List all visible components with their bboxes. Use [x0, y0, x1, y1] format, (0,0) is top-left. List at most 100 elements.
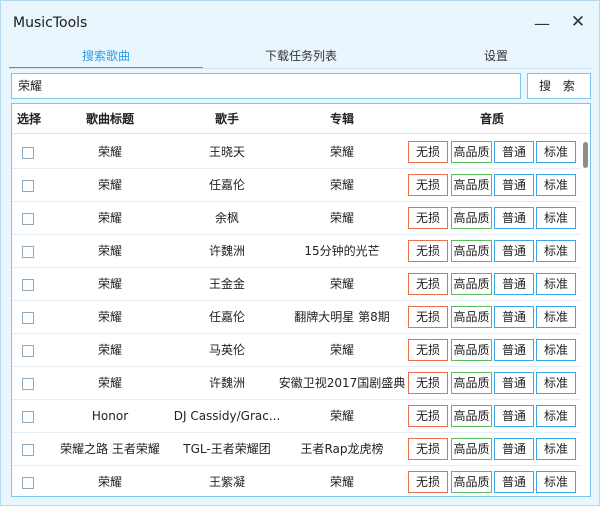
song-album: 荣耀 — [329, 211, 354, 225]
table-row[interactable]: 荣耀 王金金 荣耀 无损 高品质 普通 标准 — [12, 268, 580, 301]
table-row[interactable]: 荣耀 任嘉伦 荣耀 无损 高品质 普通 标准 — [12, 169, 580, 202]
table-row[interactable]: 荣耀 许魏洲 15分钟的光芒 无损 高品质 普通 标准 — [12, 235, 580, 268]
standard-quality-button[interactable]: 标准 — [536, 471, 576, 493]
song-title: 荣耀 — [97, 178, 122, 192]
song-album: 翻牌大明星 第8期 — [294, 310, 390, 324]
standard-quality-button[interactable]: 标准 — [536, 405, 576, 427]
tab-divider — [9, 68, 593, 69]
song-title: 荣耀 — [97, 343, 122, 357]
lossless-button[interactable]: 无损 — [408, 372, 448, 394]
high-quality-button[interactable]: 高品质 — [451, 306, 492, 328]
column-header-quality: 音质 — [479, 112, 504, 126]
standard-quality-button[interactable]: 标准 — [536, 273, 576, 295]
select-checkbox[interactable] — [22, 444, 34, 456]
normal-quality-button[interactable]: 普通 — [494, 372, 534, 394]
tab-settings[interactable]: 设置 — [399, 45, 593, 69]
minimize-icon[interactable]: — — [531, 13, 553, 35]
vertical-scrollbar[interactable] — [582, 136, 590, 496]
column-header-album: 专辑 — [329, 112, 354, 126]
table-row[interactable]: 荣耀之路 王者荣耀 TGL-王者荣耀团 王者Rap龙虎榜 无损 高品质 普通 标准 — [12, 433, 580, 466]
song-album: 荣耀 — [329, 343, 354, 357]
select-checkbox[interactable] — [22, 147, 34, 159]
select-checkbox[interactable] — [22, 246, 34, 258]
table-row[interactable]: 荣耀 马英伦 荣耀 无损 高品质 普通 标准 — [12, 334, 580, 367]
standard-quality-button[interactable]: 标准 — [536, 339, 576, 361]
tab-download-tasks[interactable]: 下载任务列表 — [203, 45, 399, 69]
high-quality-button[interactable]: 高品质 — [451, 372, 492, 394]
normal-quality-button[interactable]: 普通 — [494, 174, 534, 196]
song-title: Honor — [91, 409, 129, 423]
song-album: 15分钟的光芒 — [304, 244, 380, 258]
high-quality-button[interactable]: 高品质 — [451, 438, 492, 460]
high-quality-button[interactable]: 高品质 — [451, 207, 492, 229]
standard-quality-button[interactable]: 标准 — [536, 207, 576, 229]
column-header-artist: 歌手 — [214, 112, 239, 126]
table-row[interactable]: 荣耀 任嘉伦 翻牌大明星 第8期 无损 高品质 普通 标准 — [12, 301, 580, 334]
song-artist: TGL-王者荣耀团 — [183, 442, 271, 456]
lossless-button[interactable]: 无损 — [408, 405, 448, 427]
standard-quality-button[interactable]: 标准 — [536, 306, 576, 328]
title-bar[interactable]: MusicTools — ✕ — [1, 1, 599, 41]
select-checkbox[interactable] — [22, 345, 34, 357]
normal-quality-button[interactable]: 普通 — [494, 306, 534, 328]
normal-quality-button[interactable]: 普通 — [494, 240, 534, 262]
select-checkbox[interactable] — [22, 213, 34, 225]
select-checkbox[interactable] — [22, 378, 34, 390]
song-title: 荣耀 — [97, 145, 122, 159]
lossless-button[interactable]: 无损 — [408, 438, 448, 460]
tab-search-songs[interactable]: 搜索歌曲 — [9, 45, 203, 69]
song-title: 荣耀 — [97, 376, 122, 390]
high-quality-button[interactable]: 高品质 — [451, 273, 492, 295]
lossless-button[interactable]: 无损 — [408, 174, 448, 196]
lossless-button[interactable]: 无损 — [408, 306, 448, 328]
high-quality-button[interactable]: 高品质 — [451, 240, 492, 262]
select-checkbox[interactable] — [22, 180, 34, 192]
normal-quality-button[interactable]: 普通 — [494, 207, 534, 229]
normal-quality-button[interactable]: 普通 — [494, 273, 534, 295]
song-album: 荣耀 — [329, 145, 354, 159]
select-checkbox[interactable] — [22, 477, 34, 489]
normal-quality-button[interactable]: 普通 — [494, 471, 534, 493]
table-row[interactable]: 荣耀 许魏洲 安徽卫视2017国剧盛典 无损 高品质 普通 标准 — [12, 367, 580, 400]
column-header-select: 选择 — [16, 112, 41, 126]
high-quality-button[interactable]: 高品质 — [451, 339, 492, 361]
normal-quality-button[interactable]: 普通 — [494, 405, 534, 427]
table-row[interactable]: 荣耀 余枫 荣耀 无损 高品质 普通 标准 — [12, 202, 580, 235]
scrollbar-thumb[interactable] — [583, 142, 588, 168]
high-quality-button[interactable]: 高品质 — [451, 405, 492, 427]
high-quality-button[interactable]: 高品质 — [451, 141, 492, 163]
song-title: 荣耀 — [97, 310, 122, 324]
song-artist: 任嘉伦 — [208, 310, 245, 324]
lossless-button[interactable]: 无损 — [408, 240, 448, 262]
high-quality-button[interactable]: 高品质 — [451, 471, 492, 493]
select-checkbox[interactable] — [22, 411, 34, 423]
song-album: 安徽卫视2017国剧盛典 — [278, 376, 406, 390]
song-artist: 王紫凝 — [208, 475, 245, 489]
normal-quality-button[interactable]: 普通 — [494, 438, 534, 460]
table-row[interactable]: 荣耀 王紫凝 荣耀 无损 高品质 普通 标准 — [12, 466, 580, 496]
lossless-button[interactable]: 无损 — [408, 273, 448, 295]
normal-quality-button[interactable]: 普通 — [494, 339, 534, 361]
song-artist: 王晓天 — [208, 145, 245, 159]
high-quality-button[interactable]: 高品质 — [451, 174, 492, 196]
standard-quality-button[interactable]: 标准 — [536, 240, 576, 262]
song-artist: 马英伦 — [208, 343, 245, 357]
song-title: 荣耀 — [97, 244, 122, 258]
lossless-button[interactable]: 无损 — [408, 207, 448, 229]
standard-quality-button[interactable]: 标准 — [536, 141, 576, 163]
table-row[interactable]: Honor DJ Cassidy/Grac... 荣耀 无损 高品质 普通 标准 — [12, 400, 580, 433]
close-icon[interactable]: ✕ — [567, 11, 589, 33]
normal-quality-button[interactable]: 普通 — [494, 141, 534, 163]
select-checkbox[interactable] — [22, 279, 34, 291]
select-checkbox[interactable] — [22, 312, 34, 324]
search-button[interactable]: 搜 索 — [527, 73, 591, 99]
table-row[interactable]: 荣耀 王晓天 荣耀 无损 高品质 普通 标准 — [12, 136, 580, 169]
standard-quality-button[interactable]: 标准 — [536, 372, 576, 394]
standard-quality-button[interactable]: 标准 — [536, 174, 576, 196]
lossless-button[interactable]: 无损 — [408, 141, 448, 163]
lossless-button[interactable]: 无损 — [408, 339, 448, 361]
standard-quality-button[interactable]: 标准 — [536, 438, 576, 460]
search-input[interactable]: 荣耀 — [11, 73, 521, 99]
song-album: 荣耀 — [329, 475, 354, 489]
lossless-button[interactable]: 无损 — [408, 471, 448, 493]
